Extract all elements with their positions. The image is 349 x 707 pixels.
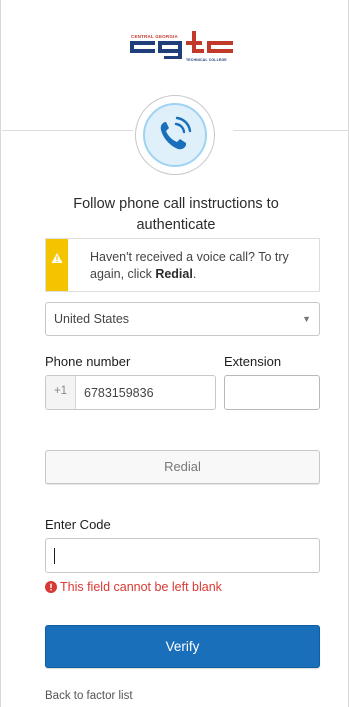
factor-badge xyxy=(135,95,215,175)
warning-icon xyxy=(51,253,63,263)
phone-number-label: Phone number xyxy=(45,354,131,369)
country-select[interactable]: United States ▼ xyxy=(45,302,320,336)
verify-button[interactable]: Verify xyxy=(45,625,320,668)
cgtc-logo: CENTRAL GEORGIA TECHNICAL COLLEGE xyxy=(127,26,237,68)
back-to-factor-list-link[interactable]: Back to factor list xyxy=(45,690,133,702)
extension-label: Extension xyxy=(224,354,282,369)
enter-code-label: Enter Code xyxy=(45,517,111,532)
phone-number-value: 6783159836 xyxy=(84,386,154,400)
callout-text-bold: Redial xyxy=(155,267,193,281)
divider-left xyxy=(2,130,133,131)
phone-number-field[interactable]: +1 6783159836 xyxy=(45,375,216,410)
phone-prefix: +1 xyxy=(46,376,76,409)
error-icon xyxy=(45,581,57,593)
divider-right xyxy=(233,130,349,131)
factor-badge-inner xyxy=(143,103,207,167)
code-input[interactable] xyxy=(45,538,320,573)
phone-call-icon xyxy=(160,116,192,150)
logo-top-text: CENTRAL GEORGIA xyxy=(131,34,178,39)
page-title: Follow phone call instructions to authen… xyxy=(73,196,279,233)
warning-callout: Haven't received a voice call? To try ag… xyxy=(45,238,320,292)
logo-bottom-text: TECHNICAL COLLEGE xyxy=(186,58,227,62)
extension-field[interactable] xyxy=(224,375,320,410)
code-error-text: This field cannot be left blank xyxy=(60,580,222,594)
country-select-value: United States xyxy=(54,312,130,326)
text-caret xyxy=(54,548,55,564)
callout-bar xyxy=(46,239,68,291)
callout-text-after: . xyxy=(192,267,197,281)
auth-card: CENTRAL GEORGIA TECHNICAL COLLEGE Follow… xyxy=(0,0,349,707)
chevron-down-icon: ▼ xyxy=(302,314,311,324)
redial-button[interactable]: Redial xyxy=(45,450,320,484)
callout-text: Haven't received a voice call? To try ag… xyxy=(90,249,310,283)
code-error: This field cannot be left blank xyxy=(45,580,325,596)
